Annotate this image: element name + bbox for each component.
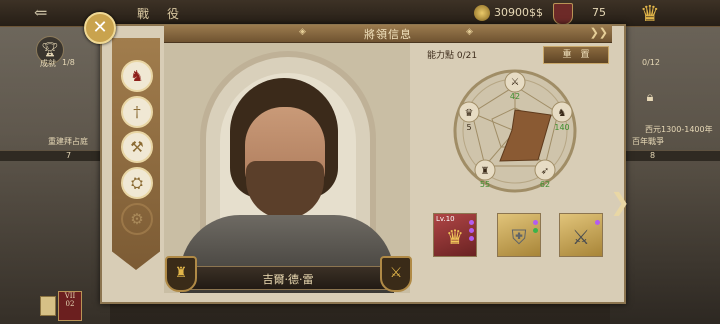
right-roman-badge: 8 [650,151,656,160]
shield-icon [553,3,573,25]
sword-tab-icon[interactable]: † [121,96,153,128]
lock-icon: 🔒︎ [646,90,654,105]
right-fraction: 0/12 [642,58,660,67]
back-arrow-icon[interactable]: ⇐ [34,3,47,22]
coin-icon [474,5,490,21]
left-campaign-caption: 重建拜占庭 [48,137,88,146]
page-title: 戰 役 [137,7,183,21]
gem-icon [533,228,538,233]
equipment-slot-sword[interactable]: ⚔ [559,213,603,257]
stat-cavalry: ♞ 140 [551,101,573,132]
gem-icon [469,228,474,233]
axe-tab-icon[interactable]: ⚒ [121,131,153,163]
equipment-slot-armor[interactable]: ⛨ [497,213,541,257]
ornament-icon: ◈ [466,27,473,37]
faction-emblem-icon[interactable]: ⚔ [380,256,412,292]
counter-value: 75 [592,6,606,19]
dialog-title: 將領信息 [364,28,412,41]
cannon-tab-icon[interactable]: ⛭ [121,167,153,199]
gem-icon [533,220,538,225]
chapter-badge[interactable]: VII 02 [58,291,82,321]
general-portrait [164,43,410,293]
achievement-label: 成就 [40,59,56,68]
right-campaign-card[interactable] [610,20,720,324]
crossed-swords-icon: ⚔ [511,77,520,88]
close-button[interactable]: ✕ [84,12,116,44]
left-roman-badge: 7 [66,151,72,160]
gem-icon [469,220,474,225]
ribbon-icon: ❯❯ [589,26,608,39]
dialog-header: ◈ 將領信息 ◈ ❯❯ [164,25,612,43]
right-progress-strip [610,150,720,161]
currency-value: 30900$$ [494,6,543,19]
general-name-banner: 吉爾·德·雷 [189,266,387,290]
ability-points: 能力點 0/21 [427,51,478,61]
left-progress-strip [0,150,110,161]
general-name: 吉爾·德·雷 [262,273,314,286]
stat-value: 62 [540,180,550,189]
stat-value: 55 [480,180,490,189]
bow-icon: ➶ [541,166,549,177]
right-years: 西元1300-1400年 [645,125,713,134]
stat-value: 42 [510,92,520,101]
stat-value: 140 [554,123,569,132]
horse-icon: ♞ [558,108,567,119]
equipment-level: Lv.10 [436,215,455,223]
fortress-icon: ♜ [481,166,490,177]
crown-icon: ♛ [465,108,474,119]
next-general-arrow-icon[interactable]: ❯ [610,188,630,216]
general-tab-icon[interactable]: ♞ [121,60,153,92]
achievement-fraction: 1/8 [62,58,75,67]
reset-button[interactable]: 重 置 [543,46,609,64]
rank-emblem-icon[interactable]: ♜ [165,256,197,292]
locked-tab-icon[interactable]: ⚙ [121,203,153,235]
crown-icon[interactable]: ♛ [640,2,660,27]
chapter-number: 02 [65,300,75,308]
gem-icon [469,236,474,241]
sword-icon: ⚔ [572,225,590,249]
right-campaign-caption: 百年戰爭 [632,137,664,146]
stat-radar: ⚔ 42 ♞ 140 ➶ 62 ♜ 55 ♛ 5 [453,69,577,193]
book-icon[interactable] [40,296,56,316]
gem-icon [595,220,600,225]
stat-value: 5 [466,123,471,132]
equipment-slot-crown[interactable]: Lv.10 ♛ [433,213,477,257]
chapter-roman: VII [64,292,76,300]
